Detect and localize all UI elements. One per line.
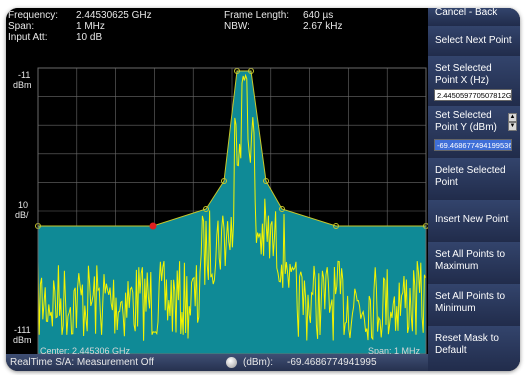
reset-mask-button[interactable]: Reset Mask to Default bbox=[428, 326, 520, 371]
scale-label: 10 bbox=[18, 200, 29, 210]
ref-unit-label: dBm bbox=[13, 80, 32, 90]
span-label: Span: bbox=[8, 21, 35, 32]
ref-level-label: -11 bbox=[18, 70, 31, 80]
set-x-label-line2: Point X (Hz) bbox=[435, 75, 489, 86]
delete-label-line1: Delete Selected bbox=[435, 165, 506, 176]
spectrum-plot[interactable]: -11 dBm 10 dB/ -111 dBm Center: 2.445306… bbox=[6, 66, 428, 356]
set-x-label-line1: Set Selected bbox=[435, 63, 492, 74]
frame-length-label: Frame Length: bbox=[224, 10, 290, 21]
select-next-point-button[interactable]: Select Next Point bbox=[428, 26, 520, 57]
frequency-label: Frequency: bbox=[8, 10, 59, 21]
span-value: 1 MHz bbox=[76, 21, 105, 32]
insert-label: Insert New Point bbox=[435, 214, 509, 225]
delete-selected-point-button[interactable]: Delete Selected Point bbox=[428, 158, 520, 201]
status-text: RealTime S/A: Measurement Off bbox=[10, 357, 154, 368]
scale-unit-label: dB/ bbox=[15, 210, 29, 220]
point-x-input[interactable]: 2.445059770507812G bbox=[434, 89, 512, 101]
set-point-x-button[interactable]: Set Selected Point X (Hz) 2.445059770507… bbox=[428, 56, 520, 107]
spin-down-icon[interactable]: ▼ bbox=[508, 122, 517, 131]
spectrum-svg[interactable] bbox=[6, 66, 428, 354]
app-frame: Frequency: 2.44530625 GHz Span: 1 MHz In… bbox=[6, 8, 520, 371]
set-min-label-line1: Set All Points to bbox=[435, 291, 506, 302]
frame-length-value: 640 µs bbox=[303, 10, 334, 21]
frequency-value: 2.44530625 GHz bbox=[76, 10, 152, 21]
bottom-unit-label: dBm bbox=[13, 335, 32, 345]
set-all-minimum-button[interactable]: Set All Points to Minimum bbox=[428, 284, 520, 327]
set-y-label-line1: Set Selected bbox=[435, 110, 492, 121]
set-point-y-button[interactable]: Set Selected Point Y (dBm) ▲ ▼ -69.46867… bbox=[428, 106, 520, 159]
insert-new-point-button[interactable]: Insert New Point bbox=[428, 200, 520, 243]
status-value: -69.4686774941995 bbox=[287, 357, 377, 368]
measurement-header: Frequency: 2.44530625 GHz Span: 1 MHz In… bbox=[6, 8, 428, 66]
status-unit: (dBm): bbox=[243, 357, 273, 368]
reset-label-line2: Default bbox=[435, 345, 467, 356]
set-y-label-line2: Point Y (dBm) bbox=[435, 122, 497, 133]
set-all-maximum-button[interactable]: Set All Points to Maximum bbox=[428, 242, 520, 285]
cancel-back-button[interactable]: Cancel - Back bbox=[428, 8, 520, 27]
nbw-label: NBW: bbox=[224, 21, 250, 32]
cancel-back-label: Cancel - Back bbox=[435, 8, 498, 18]
set-max-label-line1: Set All Points to bbox=[435, 249, 506, 260]
delete-label-line2: Point bbox=[435, 177, 458, 188]
mask-editor-sidebar: Cancel - Back Select Next Point Set Sele… bbox=[428, 8, 520, 371]
bottom-level-label: -111 bbox=[14, 325, 31, 335]
point-y-input[interactable]: -69.468677494199536 bbox=[434, 139, 512, 151]
input-att-value: 10 dB bbox=[76, 32, 103, 43]
spin-up-icon[interactable]: ▲ bbox=[508, 113, 517, 122]
status-bar: RealTime S/A: Measurement Off (dBm): -69… bbox=[6, 354, 428, 371]
knob-icon[interactable] bbox=[226, 357, 237, 368]
input-att-label: Input Att: bbox=[8, 32, 48, 43]
reset-label-line1: Reset Mask to bbox=[435, 333, 499, 344]
set-min-label-line2: Minimum bbox=[435, 303, 476, 314]
select-next-point-label: Select Next Point bbox=[435, 35, 512, 46]
nbw-value: 2.67 kHz bbox=[303, 21, 343, 32]
set-max-label-line2: Maximum bbox=[435, 261, 479, 272]
mask-point-selected[interactable] bbox=[149, 222, 157, 230]
